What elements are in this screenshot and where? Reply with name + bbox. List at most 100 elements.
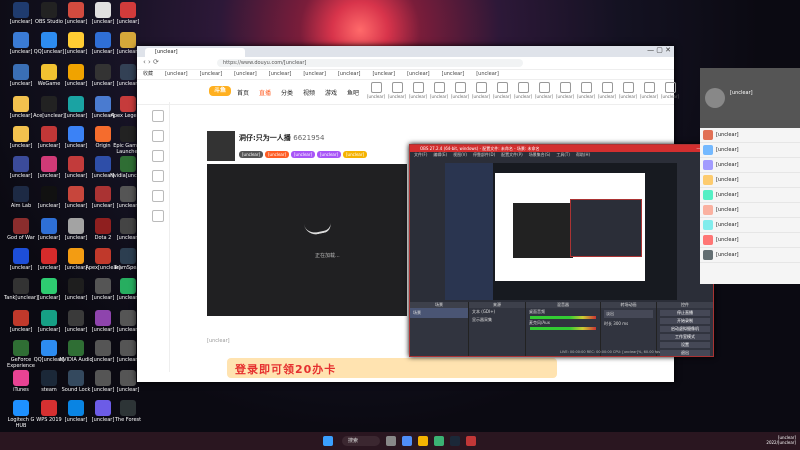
obs-menu-item[interactable]: 场景集合(S) <box>529 152 551 157</box>
obs-control-button[interactable]: 退出 <box>660 350 710 356</box>
source-item[interactable]: 显示器采集 <box>469 316 525 324</box>
bookmark[interactable]: [unclear] <box>303 71 326 77</box>
nav-tab[interactable]: 游戏 <box>325 88 337 97</box>
nav-shortcut[interactable]: [unclear] <box>491 82 513 99</box>
obs-preview[interactable] <box>445 163 677 300</box>
obs-menu-item[interactable]: 停靠部件(D) <box>473 152 495 157</box>
obs-menu-item[interactable]: 帮助(H) <box>576 152 590 157</box>
app-icon <box>41 32 57 48</box>
taskbar-app-icon[interactable] <box>402 436 412 446</box>
bookmark[interactable]: [unclear] <box>442 71 465 77</box>
app-icon <box>41 218 57 234</box>
start-icon[interactable] <box>323 436 333 446</box>
nav-shortcut[interactable]: [unclear] <box>575 82 597 99</box>
url-field[interactable]: https://www.douyu.com/[unclear] <box>217 59 523 67</box>
nav-shortcut[interactable]: [unclear] <box>659 82 681 99</box>
search-button[interactable]: 搜索 <box>342 436 380 446</box>
chat-row[interactable]: [unclear] <box>700 143 800 158</box>
bookmark[interactable]: [unclear] <box>338 71 361 77</box>
obs-control-button[interactable]: 启动虚拟摄像机 <box>660 326 710 332</box>
promo-banner[interactable]: 登录即可领20办卡 <box>227 358 557 378</box>
app-icon <box>68 64 84 80</box>
chat-row[interactable]: [unclear] <box>700 248 800 263</box>
app-icon <box>95 340 111 356</box>
douyu-logo[interactable]: 斗鱼 <box>209 86 231 96</box>
nav-tab[interactable]: 视频 <box>303 88 315 97</box>
folder-icon[interactable] <box>418 436 428 446</box>
taskbar-app-icon[interactable] <box>466 436 476 446</box>
bookmark[interactable]: [unclear] <box>372 71 395 77</box>
bookmark[interactable]: [unclear] <box>407 71 430 77</box>
bookmark[interactable]: [unclear] <box>269 71 292 77</box>
source-item[interactable]: 文本 (GDI+) <box>469 308 525 316</box>
app-icon <box>13 370 29 386</box>
chat-row[interactable]: [unclear] <box>700 233 800 248</box>
nav-tab[interactable]: 分类 <box>281 88 293 97</box>
bookmark[interactable]: [unclear] <box>234 71 257 77</box>
obs-menu-item[interactable]: 编辑(E) <box>433 152 447 157</box>
obs-control-button[interactable]: 工作室模式 <box>660 334 710 340</box>
chat-row[interactable]: [unclear] <box>700 218 800 233</box>
volume-meter[interactable] <box>530 327 596 330</box>
nav-shortcut[interactable]: [unclear] <box>617 82 639 99</box>
sidebar-icon[interactable] <box>152 150 164 162</box>
obs-menu-item[interactable]: 文件(F) <box>414 152 427 157</box>
steam-icon[interactable] <box>450 436 460 446</box>
bookmark[interactable]: 收藏 <box>143 71 153 77</box>
duration-row[interactable]: 时长 300 ms <box>601 320 656 328</box>
nav-shortcut[interactable]: [unclear] <box>365 82 387 99</box>
transition-select[interactable]: 淡出 <box>604 310 653 318</box>
nav-shortcut[interactable]: [unclear] <box>596 82 618 99</box>
nav-shortcut[interactable]: [unclear] <box>386 82 408 99</box>
nav-tab[interactable]: 直播 <box>259 88 271 97</box>
nav-shortcut[interactable]: [unclear] <box>533 82 555 99</box>
nav-shortcut[interactable]: [unclear] <box>449 82 471 99</box>
desktop-icon[interactable]: [unclear] <box>110 2 146 25</box>
bookmark[interactable]: [unclear] <box>165 71 188 77</box>
video-player[interactable]: 正在加载... <box>207 164 407 316</box>
shortcut-icon <box>412 82 424 93</box>
nav-tab[interactable]: 鱼吧 <box>347 88 359 97</box>
sidebar-icon[interactable] <box>152 170 164 182</box>
sidebar-icon[interactable] <box>152 110 164 122</box>
clock[interactable]: [unclear] 2022/[unclear] <box>766 435 796 445</box>
nav-arrows-icon[interactable]: ‹ › ⟳ <box>143 58 159 66</box>
obs-menu-item[interactable]: 视图(V) <box>453 152 467 157</box>
sidebar-icon[interactable] <box>152 130 164 142</box>
desktop-icon-label: [unclear] <box>116 387 140 393</box>
bookmark[interactable]: [unclear] <box>476 71 499 77</box>
shortcut-icon <box>517 82 529 93</box>
obs-control-button[interactable]: 开始录制 <box>660 318 710 324</box>
nav-tab[interactable]: 首页 <box>237 88 249 97</box>
room-header: 洞仔:只为一人播 6621954 [unclear] [unclear] [uncl… <box>207 131 407 161</box>
chat-row[interactable]: [unclear] <box>700 128 800 143</box>
taskbar-app-icon[interactable] <box>434 436 444 446</box>
sidebar-icon[interactable] <box>152 210 164 222</box>
app-icon <box>13 218 29 234</box>
obs-menu-item[interactable]: 配置文件(P) <box>501 152 523 157</box>
obs-menu-item[interactable]: 工具(T) <box>556 152 570 157</box>
bookmark[interactable]: [unclear] <box>200 71 223 77</box>
scene-item[interactable]: 场景 <box>410 308 468 318</box>
chat-row[interactable]: [unclear] <box>700 188 800 203</box>
nav-shortcut[interactable]: [unclear] <box>512 82 534 99</box>
nav-shortcut[interactable]: [unclear] <box>407 82 429 99</box>
streamer-avatar[interactable] <box>207 131 235 161</box>
obs-control-button[interactable]: 设置 <box>660 342 710 348</box>
nav-shortcut[interactable]: [unclear] <box>638 82 660 99</box>
app-icon <box>95 126 111 142</box>
chat-avatar[interactable] <box>705 88 725 108</box>
chat-row[interactable]: [unclear] <box>700 173 800 188</box>
sidebar-icon[interactable] <box>152 190 164 202</box>
window-controls[interactable]: — ▢ ✕ <box>647 46 671 54</box>
taskview-icon[interactable] <box>386 436 396 446</box>
shortcut-label: [unclear] <box>639 94 659 99</box>
browser-tab[interactable]: [unclear] <box>145 48 245 57</box>
obs-control-button[interactable]: 停止直播 <box>660 310 710 316</box>
nav-shortcut[interactable]: [unclear] <box>554 82 576 99</box>
chat-row[interactable]: [unclear] <box>700 158 800 173</box>
chat-row[interactable]: [unclear] <box>700 203 800 218</box>
nav-shortcut[interactable]: [unclear] <box>428 82 450 99</box>
nav-shortcut[interactable]: [unclear] <box>470 82 492 99</box>
desktop-icon[interactable]: The Forest <box>110 400 146 423</box>
